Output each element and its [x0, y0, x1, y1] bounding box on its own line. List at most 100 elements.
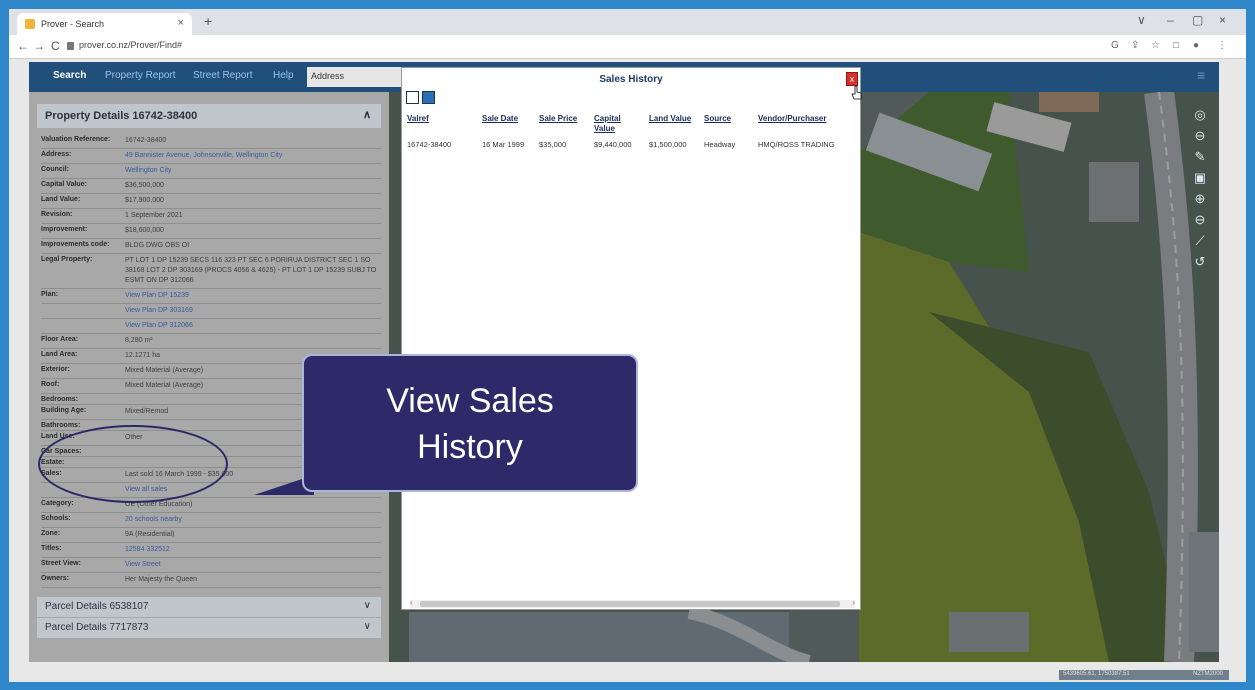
parcel-details-2-label: Parcel Details 7717873 — [45, 622, 149, 633]
property-label: Schools: — [41, 515, 71, 522]
print-icon[interactable] — [422, 91, 435, 104]
pen-icon[interactable]: ✎ — [1191, 146, 1209, 167]
new-tab-button[interactable]: + — [204, 13, 212, 29]
property-link[interactable]: 20 schools nearby — [125, 515, 381, 525]
col-sale-date[interactable]: Sale Date — [482, 114, 518, 123]
property-label: Improvements code: — [41, 241, 110, 248]
property-link[interactable]: View Plan DP 15239 — [125, 291, 381, 301]
zoom-out-icon[interactable]: ⊖ — [1191, 209, 1209, 230]
collapse-tabs-icon[interactable]: ∨ — [1137, 13, 1146, 27]
property-value: OE (Other Education) — [125, 501, 193, 508]
property-label: Land Area: — [41, 351, 78, 358]
nav-street-report[interactable]: Street Report — [193, 70, 252, 81]
property-row: Capital Value: $36,500,000 — [41, 179, 381, 194]
forward-button[interactable]: → — [33, 39, 45, 53]
close-window-button[interactable]: × — [1219, 13, 1226, 27]
property-link[interactable]: Wellington City — [125, 166, 381, 176]
property-label: Titles: — [41, 545, 62, 552]
parcel-details-2[interactable]: Parcel Details 7717873 ∨ — [37, 618, 381, 638]
col-sale-price[interactable]: Sale Price — [539, 114, 577, 123]
col-source[interactable]: Source — [704, 114, 731, 123]
close-icon[interactable]: x — [846, 72, 858, 86]
extensions-icon[interactable]: □ — [1173, 40, 1179, 51]
property-details-title: Property Details 16742-38400 — [45, 110, 198, 122]
property-row: Zone: 9A (Residential) — [41, 528, 381, 543]
property-value: 8,280 m² — [125, 337, 153, 344]
property-label: Address: — [41, 151, 72, 158]
nav-search[interactable]: Search — [53, 70, 86, 81]
col-valref[interactable]: Valref — [407, 114, 429, 123]
property-row: Improvements code: BLDG DWG OBS OI — [41, 239, 381, 254]
cell-land-value: $1,500,000 — [649, 140, 687, 149]
maximize-button[interactable]: ▢ — [1192, 13, 1203, 27]
hamburger-icon[interactable]: ≡ — [1197, 67, 1205, 83]
scroll-left-icon[interactable]: ‹ — [410, 598, 413, 607]
property-value: $18,600,000 — [125, 227, 164, 234]
map-zoom-controls: ◎ ⊖ ✎ ▣ ⊕ ⊖ ⟋ ↺ — [1191, 104, 1209, 272]
property-row: Revision: 1 September 2021 — [41, 209, 381, 224]
share-icon[interactable]: ⇪ — [1131, 40, 1139, 51]
property-link[interactable]: 12584 332512 — [125, 545, 381, 555]
minus-icon[interactable]: ⊖ — [1191, 125, 1209, 146]
tab-bar: Prover - Search × + ∨ – ▢ × — [9, 9, 1246, 35]
callout-line-1: View Sales — [386, 382, 554, 420]
property-row: Category: OE (Other Education) — [41, 498, 381, 513]
property-link[interactable]: View Street — [125, 560, 381, 570]
scroll-right-icon[interactable]: › — [852, 598, 855, 607]
zoom-in-icon[interactable]: ⊕ — [1191, 188, 1209, 209]
prover-favicon-icon — [25, 19, 35, 29]
col-land-value[interactable]: Land Value — [649, 114, 691, 123]
horizontal-scrollbar[interactable]: ‹ › — [410, 598, 855, 608]
tab-close-icon[interactable]: × — [178, 17, 184, 29]
profile-icon[interactable]: ● — [1193, 40, 1199, 51]
sales-history-dialog: Sales History x Valref Sale Date Sale Pr… — [401, 67, 861, 610]
parcel-details-1-label: Parcel Details 6538107 — [45, 601, 149, 612]
property-row: Street View: View Street — [41, 558, 381, 573]
lock-icon — [67, 42, 74, 50]
property-label: Plan: — [41, 291, 59, 298]
property-link[interactable]: View Plan DP 312066 — [125, 321, 381, 331]
browser-tab[interactable]: Prover - Search × — [17, 13, 192, 35]
url-field[interactable]: prover.co.nz/Prover/Find# — [79, 40, 182, 50]
parcel-details-1[interactable]: Parcel Details 6538107 ∨ — [37, 597, 381, 617]
property-row: Legal Property: PT LOT 1 DP 15239 SECS 11… — [41, 254, 381, 289]
chevron-down-icon[interactable]: ∨ — [364, 621, 371, 632]
address-search-input[interactable]: Address — [307, 67, 407, 87]
property-link[interactable]: View Plan DP 303169 — [125, 306, 381, 316]
export-icon[interactable] — [406, 91, 419, 104]
cell-sale-price: $35,000 — [539, 140, 567, 149]
property-value: 1 September 2021 — [125, 212, 183, 219]
chevron-up-icon[interactable]: ∧ — [363, 108, 371, 121]
property-value: $36,500,000 — [125, 182, 164, 189]
menu-icon[interactable]: ⋮ — [1217, 40, 1227, 51]
property-link[interactable]: 49 Bannister Avenue, Johnsonville, Welli… — [125, 151, 381, 161]
map-status-bar: 5439605.61, 1750387.51 NZTM2000 — [1059, 670, 1229, 680]
col-vendor-purchaser[interactable]: Vendor/Purchaser — [758, 114, 826, 123]
property-row: Address: 49 Bannister Avenue, Johnsonvill… — [41, 149, 381, 164]
nav-property-report[interactable]: Property Report — [105, 70, 176, 81]
scroll-thumb[interactable] — [420, 601, 840, 607]
cell-vendor-purchaser: HMQ/ROSS TRADING — [758, 140, 835, 149]
property-value: $17,900,000 — [125, 197, 164, 204]
property-label: Land Value: — [41, 196, 81, 203]
property-value: 16742-38400 — [125, 137, 167, 144]
bookmark-star-icon[interactable]: ☆ — [1151, 40, 1160, 51]
layers-icon[interactable]: ▣ — [1191, 167, 1209, 188]
property-row: Valuation Reference: 16742-38400 — [41, 134, 381, 149]
history-icon[interactable]: ↺ — [1191, 251, 1209, 272]
chevron-down-icon[interactable]: ∨ — [364, 600, 371, 611]
measure-icon[interactable]: ⟋ — [1191, 230, 1209, 251]
reload-button[interactable]: C — [51, 39, 60, 53]
property-details-header[interactable]: Property Details 16742-38400 ∧ — [37, 104, 381, 128]
compass-icon[interactable]: ◎ — [1191, 104, 1209, 125]
property-row: View Plan DP 303169 — [41, 304, 381, 319]
minimize-button[interactable]: – — [1167, 13, 1174, 27]
property-value: PT LOT 1 DP 15239 SECS 116 323 PT SEC 6 … — [125, 257, 377, 284]
back-button[interactable]: ← — [17, 39, 29, 53]
nav-help[interactable]: Help — [273, 70, 294, 81]
google-icon[interactable]: G — [1111, 40, 1119, 51]
map-projection: NZTM2000 — [1192, 671, 1223, 677]
tab-title: Prover - Search — [41, 19, 105, 29]
property-row: View Plan DP 312066 — [41, 319, 381, 334]
col-capital-value[interactable]: Capital Value — [594, 114, 630, 134]
